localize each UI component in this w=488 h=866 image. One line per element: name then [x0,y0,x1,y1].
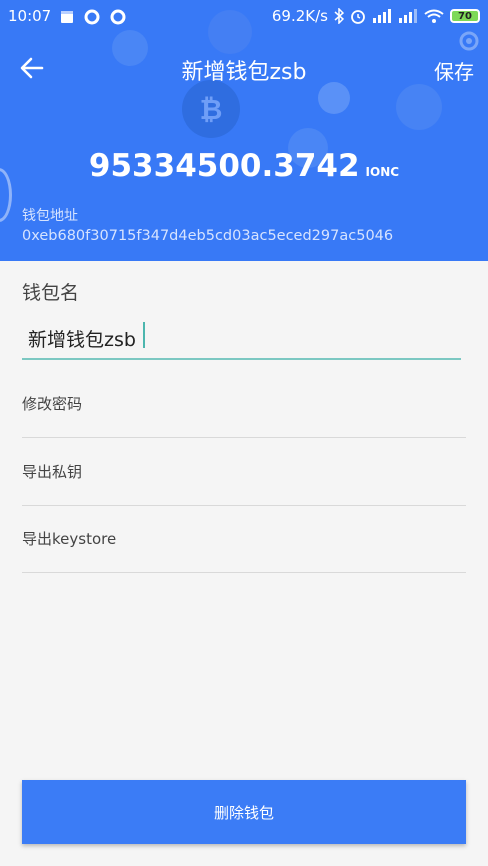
signal-icon [399,9,417,23]
delete-wallet-button[interactable]: 删除钱包 [22,780,466,844]
svg-text:₿: ₿ [200,93,223,126]
network-speed: 69.2K/s [271,7,328,25]
balance-value: 95334500.3742 [88,148,360,184]
export-keystore-item[interactable]: 导出keystore [22,505,466,573]
coin-decoration [396,84,442,130]
alarm-icon [351,10,365,24]
wifi-icon [424,9,444,23]
bitcoin-icon: ₿ [200,93,223,126]
wallet-address[interactable]: 0xeb680f30715f347d4eb5cd03ac5eced297ac50… [22,228,393,244]
wallet-name-input[interactable] [22,318,461,360]
save-button[interactable]: 保存 [434,56,474,85]
header-panel: ₿ 10:07 69.2K/s 70 新增钱包zsb 保存 95334500.3… [0,0,488,261]
balance-row: 95334500.3742 IONC [0,148,488,184]
text-cursor [143,322,145,348]
balance-unit: IONC [365,165,400,179]
export-private-key-item[interactable]: 导出私钥 [22,438,466,506]
top-bar: 新增钱包zsb 保存 [0,46,488,90]
change-password-item[interactable]: 修改密码 [22,370,466,438]
notification-dot-icon [110,9,126,25]
bluetooth-icon [334,8,344,24]
status-time: 10:07 [8,7,52,25]
signal-icon [373,9,391,23]
clapper-icon [61,11,73,23]
battery-icon: 70 [450,9,480,23]
notification-dot-icon [84,9,100,25]
status-bar: 10:07 69.2K/s 70 [0,0,488,34]
page-title: 新增钱包zsb [181,60,307,85]
address-label: 钱包地址 [22,208,78,224]
wallet-name-label: 钱包名 [22,282,80,304]
